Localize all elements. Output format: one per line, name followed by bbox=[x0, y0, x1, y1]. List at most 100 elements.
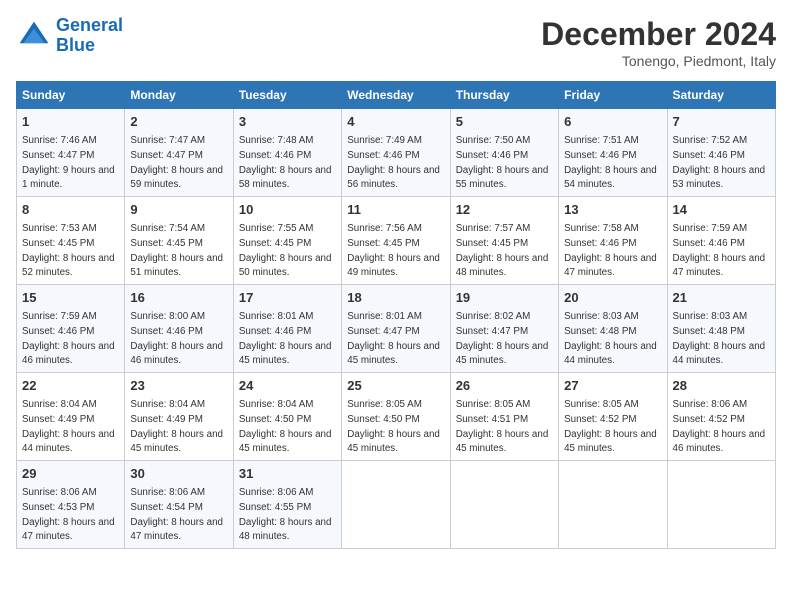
day-info: Sunrise: 8:01 AMSunset: 4:47 PMDaylight:… bbox=[347, 311, 440, 366]
day-info: Sunrise: 8:05 AMSunset: 4:50 PMDaylight:… bbox=[347, 399, 440, 454]
day-info: Sunrise: 7:48 AMSunset: 4:46 PMDaylight:… bbox=[239, 135, 332, 190]
calendar-day-cell: 2Sunrise: 7:47 AMSunset: 4:47 PMDaylight… bbox=[125, 109, 233, 197]
day-number: 20 bbox=[564, 289, 661, 307]
day-info: Sunrise: 8:04 AMSunset: 4:49 PMDaylight:… bbox=[22, 399, 115, 454]
calendar-day-cell: 5 Sunrise: 7:50 AMSunset: 4:46 PMDaylight… bbox=[450, 109, 558, 197]
calendar-week-row: 8 Sunrise: 7:53 AMSunset: 4:45 PMDaylight… bbox=[17, 197, 776, 285]
calendar-day-cell: 9Sunrise: 7:54 AMSunset: 4:45 PMDaylight… bbox=[125, 197, 233, 285]
calendar-day-cell: 27 Sunrise: 8:05 AMSunset: 4:52 PMDayligh… bbox=[559, 373, 667, 461]
calendar-table: SundayMondayTuesdayWednesdayThursdayFrid… bbox=[16, 81, 776, 549]
day-info: Sunrise: 8:06 AMSunset: 4:52 PMDaylight:… bbox=[673, 399, 766, 454]
page-header: GeneralBlue December 2024 Tonengo, Piedm… bbox=[16, 16, 776, 69]
day-info: Sunrise: 7:56 AMSunset: 4:45 PMDaylight:… bbox=[347, 223, 440, 278]
day-number: 11 bbox=[347, 201, 444, 219]
day-number: 6 bbox=[564, 113, 661, 131]
day-number: 22 bbox=[22, 377, 119, 395]
calendar-day-cell: 1 Sunrise: 7:46 AMSunset: 4:47 PMDaylight… bbox=[17, 109, 125, 197]
day-number: 24 bbox=[239, 377, 336, 395]
day-info: Sunrise: 7:46 AMSunset: 4:47 PMDaylight:… bbox=[22, 135, 115, 190]
day-number: 1 bbox=[22, 113, 119, 131]
title-area: December 2024 Tonengo, Piedmont, Italy bbox=[541, 16, 776, 69]
day-info: Sunrise: 7:53 AMSunset: 4:45 PMDaylight:… bbox=[22, 223, 115, 278]
calendar-day-cell: 10 Sunrise: 7:55 AMSunset: 4:45 PMDayligh… bbox=[233, 197, 341, 285]
day-info: Sunrise: 8:04 AMSunset: 4:49 PMDaylight:… bbox=[130, 399, 223, 454]
day-info: Sunrise: 8:03 AMSunset: 4:48 PMDaylight:… bbox=[673, 311, 766, 366]
calendar-day-cell: 6 Sunrise: 7:51 AMSunset: 4:46 PMDaylight… bbox=[559, 109, 667, 197]
day-info: Sunrise: 8:06 AMSunset: 4:55 PMDaylight:… bbox=[239, 487, 332, 542]
calendar-day-cell: 7Sunrise: 7:52 AMSunset: 4:46 PMDaylight… bbox=[667, 109, 775, 197]
calendar-day-cell: 28Sunrise: 8:06 AMSunset: 4:52 PMDayligh… bbox=[667, 373, 775, 461]
day-number: 3 bbox=[239, 113, 336, 131]
calendar-body: 1 Sunrise: 7:46 AMSunset: 4:47 PMDaylight… bbox=[17, 109, 776, 549]
day-number: 5 bbox=[456, 113, 553, 131]
day-info: Sunrise: 8:06 AMSunset: 4:53 PMDaylight:… bbox=[22, 487, 115, 542]
calendar-day-cell: 3 Sunrise: 7:48 AMSunset: 4:46 PMDaylight… bbox=[233, 109, 341, 197]
day-info: Sunrise: 7:58 AMSunset: 4:46 PMDaylight:… bbox=[564, 223, 657, 278]
calendar-day-cell bbox=[559, 461, 667, 549]
logo-icon bbox=[16, 18, 52, 54]
day-info: Sunrise: 7:47 AMSunset: 4:47 PMDaylight:… bbox=[130, 135, 223, 190]
calendar-week-row: 15Sunrise: 7:59 AMSunset: 4:46 PMDayligh… bbox=[17, 285, 776, 373]
logo: GeneralBlue bbox=[16, 16, 123, 56]
calendar-day-cell: 15Sunrise: 7:59 AMSunset: 4:46 PMDayligh… bbox=[17, 285, 125, 373]
calendar-day-cell: 12 Sunrise: 7:57 AMSunset: 4:45 PMDayligh… bbox=[450, 197, 558, 285]
day-number: 29 bbox=[22, 465, 119, 483]
calendar-day-cell: 22 Sunrise: 8:04 AMSunset: 4:49 PMDayligh… bbox=[17, 373, 125, 461]
calendar-day-cell: 13 Sunrise: 7:58 AMSunset: 4:46 PMDayligh… bbox=[559, 197, 667, 285]
day-number: 14 bbox=[673, 201, 770, 219]
calendar-day-cell: 30Sunrise: 8:06 AMSunset: 4:54 PMDayligh… bbox=[125, 461, 233, 549]
day-info: Sunrise: 8:06 AMSunset: 4:54 PMDaylight:… bbox=[130, 487, 223, 542]
day-number: 15 bbox=[22, 289, 119, 307]
day-info: Sunrise: 8:05 AMSunset: 4:51 PMDaylight:… bbox=[456, 399, 549, 454]
calendar-day-cell: 4 Sunrise: 7:49 AMSunset: 4:46 PMDaylight… bbox=[342, 109, 450, 197]
day-info: Sunrise: 7:55 AMSunset: 4:45 PMDaylight:… bbox=[239, 223, 332, 278]
calendar-week-row: 29 Sunrise: 8:06 AMSunset: 4:53 PMDayligh… bbox=[17, 461, 776, 549]
calendar-day-cell: 31Sunrise: 8:06 AMSunset: 4:55 PMDayligh… bbox=[233, 461, 341, 549]
day-number: 23 bbox=[130, 377, 227, 395]
weekday-header-cell: Friday bbox=[559, 82, 667, 109]
day-number: 18 bbox=[347, 289, 444, 307]
day-number: 4 bbox=[347, 113, 444, 131]
weekday-header-row: SundayMondayTuesdayWednesdayThursdayFrid… bbox=[17, 82, 776, 109]
calendar-day-cell: 17Sunrise: 8:01 AMSunset: 4:46 PMDayligh… bbox=[233, 285, 341, 373]
weekday-header-cell: Saturday bbox=[667, 82, 775, 109]
weekday-header-cell: Thursday bbox=[450, 82, 558, 109]
calendar-day-cell: 25 Sunrise: 8:05 AMSunset: 4:50 PMDayligh… bbox=[342, 373, 450, 461]
day-number: 19 bbox=[456, 289, 553, 307]
day-info: Sunrise: 7:51 AMSunset: 4:46 PMDaylight:… bbox=[564, 135, 657, 190]
location: Tonengo, Piedmont, Italy bbox=[541, 53, 776, 69]
calendar-day-cell: 21Sunrise: 8:03 AMSunset: 4:48 PMDayligh… bbox=[667, 285, 775, 373]
day-number: 25 bbox=[347, 377, 444, 395]
day-number: 26 bbox=[456, 377, 553, 395]
day-number: 10 bbox=[239, 201, 336, 219]
day-info: Sunrise: 7:50 AMSunset: 4:46 PMDaylight:… bbox=[456, 135, 549, 190]
calendar-day-cell: 26 Sunrise: 8:05 AMSunset: 4:51 PMDayligh… bbox=[450, 373, 558, 461]
calendar-week-row: 22 Sunrise: 8:04 AMSunset: 4:49 PMDayligh… bbox=[17, 373, 776, 461]
weekday-header-cell: Monday bbox=[125, 82, 233, 109]
day-info: Sunrise: 8:03 AMSunset: 4:48 PMDaylight:… bbox=[564, 311, 657, 366]
calendar-day-cell bbox=[667, 461, 775, 549]
day-info: Sunrise: 8:00 AMSunset: 4:46 PMDaylight:… bbox=[130, 311, 223, 366]
weekday-header-cell: Sunday bbox=[17, 82, 125, 109]
day-info: Sunrise: 7:59 AMSunset: 4:46 PMDaylight:… bbox=[673, 223, 766, 278]
day-number: 12 bbox=[456, 201, 553, 219]
calendar-day-cell: 18 Sunrise: 8:01 AMSunset: 4:47 PMDayligh… bbox=[342, 285, 450, 373]
day-info: Sunrise: 7:49 AMSunset: 4:46 PMDaylight:… bbox=[347, 135, 440, 190]
day-number: 17 bbox=[239, 289, 336, 307]
day-number: 13 bbox=[564, 201, 661, 219]
day-info: Sunrise: 8:05 AMSunset: 4:52 PMDaylight:… bbox=[564, 399, 657, 454]
logo-text: GeneralBlue bbox=[56, 16, 123, 56]
day-info: Sunrise: 7:57 AMSunset: 4:45 PMDaylight:… bbox=[456, 223, 549, 278]
day-number: 8 bbox=[22, 201, 119, 219]
calendar-day-cell: 11 Sunrise: 7:56 AMSunset: 4:45 PMDayligh… bbox=[342, 197, 450, 285]
day-info: Sunrise: 8:02 AMSunset: 4:47 PMDaylight:… bbox=[456, 311, 549, 366]
calendar-day-cell: 29 Sunrise: 8:06 AMSunset: 4:53 PMDayligh… bbox=[17, 461, 125, 549]
day-number: 27 bbox=[564, 377, 661, 395]
month-title: December 2024 bbox=[541, 16, 776, 53]
calendar-day-cell: 19 Sunrise: 8:02 AMSunset: 4:47 PMDayligh… bbox=[450, 285, 558, 373]
calendar-day-cell: 24 Sunrise: 8:04 AMSunset: 4:50 PMDayligh… bbox=[233, 373, 341, 461]
day-info: Sunrise: 8:04 AMSunset: 4:50 PMDaylight:… bbox=[239, 399, 332, 454]
calendar-day-cell: 16Sunrise: 8:00 AMSunset: 4:46 PMDayligh… bbox=[125, 285, 233, 373]
calendar-day-cell: 20 Sunrise: 8:03 AMSunset: 4:48 PMDayligh… bbox=[559, 285, 667, 373]
day-info: Sunrise: 7:54 AMSunset: 4:45 PMDaylight:… bbox=[130, 223, 223, 278]
